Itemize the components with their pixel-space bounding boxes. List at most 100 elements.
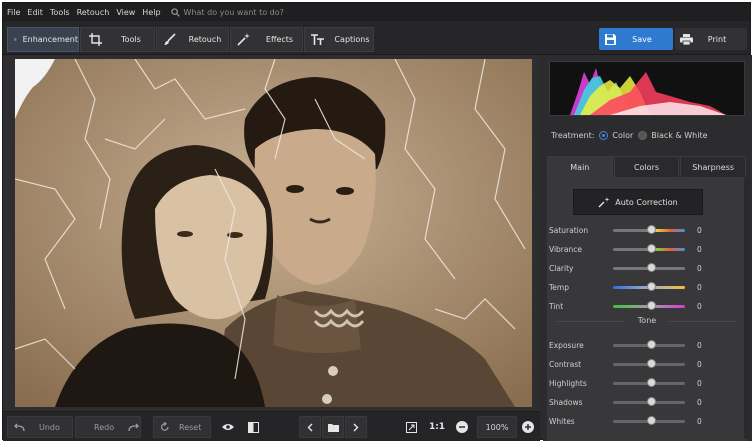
previous-image-button[interactable] — [299, 416, 321, 438]
temp-handle[interactable] — [647, 282, 656, 291]
redo-label: Redo — [94, 422, 115, 432]
search-placeholder: What do you want to do? — [183, 7, 284, 17]
treatment-bw-radio[interactable] — [638, 131, 648, 140]
tab-enhancement-label: Enhancement — [22, 35, 78, 44]
clarity-handle[interactable] — [647, 263, 656, 272]
magic-wand-icon — [237, 33, 250, 46]
tab-enhancement[interactable]: Enhancement — [7, 27, 79, 52]
brush-icon — [164, 33, 176, 45]
vintage-portrait-photo — [15, 59, 532, 407]
image-canvas — [3, 55, 540, 411]
text-icon — [311, 33, 324, 45]
contrast-slider[interactable]: Contrast 0 — [549, 357, 745, 371]
temp-slider[interactable]: Temp 0 — [549, 280, 745, 294]
tab-main[interactable]: Main — [547, 156, 613, 178]
fit-to-screen-button[interactable] — [403, 416, 419, 438]
exposure-label: Exposure — [549, 340, 584, 350]
highlights-label: Highlights — [549, 378, 587, 388]
tint-slider[interactable]: Tint 0 — [549, 299, 745, 313]
reset-button[interactable]: Reset — [153, 416, 211, 438]
mode-tabs: Enhancement Tools Retouch Effects Captio… — [7, 27, 375, 52]
saturation-handle[interactable] — [647, 225, 656, 234]
compare-icon — [247, 421, 259, 433]
auto-correction-label: Auto Correction — [615, 197, 678, 207]
tab-captions[interactable]: Captions — [304, 27, 374, 52]
whites-slider[interactable]: Whites 0 — [549, 414, 745, 428]
menu-retouch[interactable]: Retouch — [77, 8, 110, 17]
menu-help[interactable]: Help — [142, 8, 160, 17]
vibrance-label: Vibrance — [549, 244, 582, 254]
print-button[interactable]: Print — [675, 28, 747, 50]
preview-toggle[interactable] — [219, 416, 237, 438]
vibrance-value: 0 — [697, 244, 702, 254]
main-adjustments: Auto Correction Saturation 0 Vibrance 0 … — [547, 177, 747, 441]
save-button[interactable]: Save — [599, 28, 673, 50]
whites-label: Whites — [549, 416, 575, 426]
actual-size-button[interactable]: 1:1 — [427, 416, 447, 438]
tab-effects[interactable]: Effects — [230, 27, 303, 52]
shadows-handle[interactable] — [647, 397, 656, 406]
treatment-color-radio[interactable] — [599, 131, 609, 140]
tab-colors[interactable]: Colors — [613, 156, 680, 178]
contrast-handle[interactable] — [647, 359, 656, 368]
tab-effects-label: Effects — [265, 35, 294, 44]
vibrance-slider[interactable]: Vibrance 0 — [549, 242, 745, 256]
main-toolbar: Enhancement Tools Retouch Effects Captio… — [3, 21, 750, 55]
auto-correction-button[interactable]: Auto Correction — [573, 189, 703, 215]
contrast-value: 0 — [697, 359, 702, 369]
search-icon — [170, 7, 180, 17]
printer-icon — [679, 33, 693, 45]
tone-divider-right — [669, 321, 737, 322]
menu-view[interactable]: View — [116, 8, 135, 17]
exposure-slider[interactable]: Exposure 0 — [549, 338, 745, 352]
shadows-value: 0 — [697, 397, 702, 407]
tint-value: 0 — [697, 301, 702, 311]
clarity-slider[interactable]: Clarity 0 — [549, 261, 745, 275]
highlights-slider[interactable]: Highlights 0 — [549, 376, 745, 390]
panel-scrollbar[interactable] — [744, 177, 750, 439]
tab-tools-label: Tools — [121, 35, 141, 44]
photo-editor-window: File Edit Tools Retouch View Help What d… — [2, 2, 752, 441]
whites-value: 0 — [697, 416, 702, 426]
saturation-slider[interactable]: Saturation 0 — [549, 223, 745, 237]
redo-icon — [128, 423, 140, 431]
shadows-label: Shadows — [549, 397, 583, 407]
photo-preview[interactable] — [15, 59, 532, 407]
tab-captions-label: Captions — [334, 35, 370, 44]
exposure-handle[interactable] — [647, 340, 656, 349]
adjustments-panel: Treatment: Color Black & White Main Colo… — [543, 55, 752, 441]
chevron-left-icon — [307, 423, 313, 431]
redo-button[interactable]: Redo — [75, 416, 141, 438]
eye-icon — [222, 424, 234, 430]
adjustment-tabs: Main Colors Sharpness — [547, 156, 747, 178]
whites-handle[interactable] — [647, 416, 656, 425]
magic-wand-icon — [598, 196, 610, 207]
tint-handle[interactable] — [647, 301, 656, 310]
menu-file[interactable]: File — [7, 8, 20, 17]
tab-retouch[interactable]: Retouch — [156, 27, 229, 52]
histogram-graph — [570, 68, 726, 115]
treatment-bw-label: Black & White — [651, 131, 708, 140]
clarity-value: 0 — [697, 263, 702, 273]
tab-tools[interactable]: Tools — [80, 27, 155, 52]
highlights-handle[interactable] — [647, 378, 656, 387]
vibrance-handle[interactable] — [647, 244, 656, 253]
zoom-in-button[interactable] — [520, 416, 536, 438]
temp-value: 0 — [697, 282, 702, 292]
menu-tools[interactable]: Tools — [50, 8, 70, 17]
zoom-field[interactable]: 100% — [477, 416, 517, 438]
tab-sharpness[interactable]: Sharpness — [680, 156, 747, 178]
zoom-out-button[interactable] — [454, 416, 470, 438]
command-search[interactable]: What do you want to do? — [170, 7, 284, 17]
shadows-slider[interactable]: Shadows 0 — [549, 395, 745, 409]
undo-button[interactable]: Undo — [7, 416, 73, 438]
clarity-label: Clarity — [549, 263, 574, 273]
next-image-button[interactable] — [345, 416, 367, 438]
menu-edit[interactable]: Edit — [27, 8, 43, 17]
crop-icon — [89, 33, 102, 46]
compare-toggle[interactable] — [245, 416, 261, 438]
contrast-label: Contrast — [549, 359, 582, 369]
exposure-value: 0 — [697, 340, 702, 350]
chevron-right-icon — [353, 423, 359, 431]
open-folder-button[interactable] — [322, 416, 344, 438]
